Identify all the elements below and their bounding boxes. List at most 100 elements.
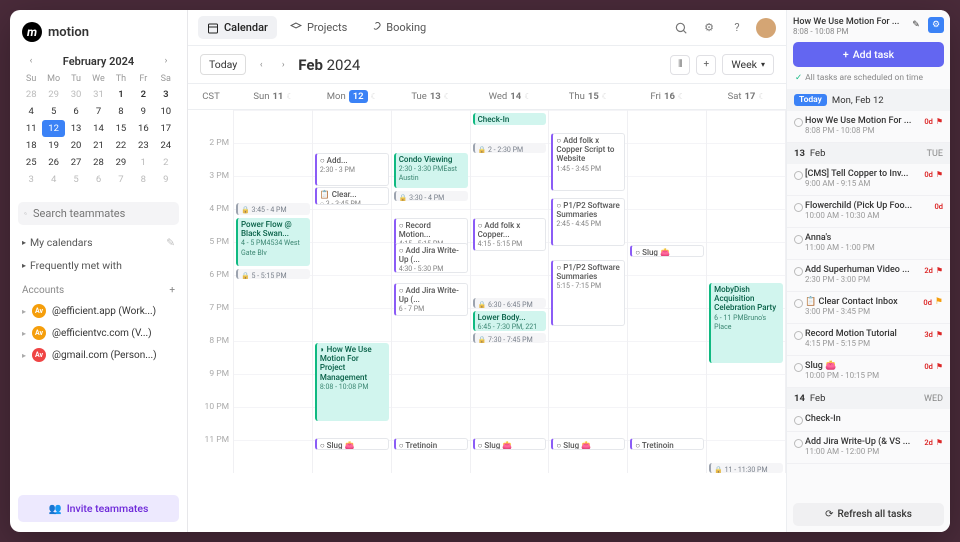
add-task-button[interactable]: + Add task [793,42,944,67]
calendar-event[interactable]: 🔒 7:30 - 7:45 PM [473,333,547,343]
calendar-grid[interactable]: 2 PM3 PM4 PM5 PM6 PM7 PM8 PM9 PM10 PM11 … [188,110,786,532]
calendar-event[interactable]: ○ Slug 👛 [630,245,704,257]
mini-cal-day[interactable]: 27 [65,154,87,171]
calendar-event[interactable]: ○ P1/P2 Software Summaries2:45 - 4:45 PM [551,198,625,246]
mini-cal-day[interactable]: 8 [110,103,132,120]
search-teammates[interactable] [18,202,179,225]
mini-cal-day[interactable]: 24 [155,137,177,154]
today-button[interactable]: Today [200,54,246,75]
task-item[interactable]: Record Motion Tutorial3d⚑4:15 PM - 5:15 … [787,324,950,356]
avatar[interactable] [756,18,776,38]
prev-week-icon[interactable]: ‹ [254,58,268,72]
pencil-icon[interactable]: ✎ [166,236,175,249]
view-selector[interactable]: Week ▾ [722,54,774,75]
mini-cal-day[interactable]: 6 [87,171,109,188]
mini-cal-day[interactable]: 19 [42,137,64,154]
calendar-event[interactable]: 🔒 3:45 - 4 PM [236,203,310,215]
task-item[interactable]: How We Use Motion For ...0d⚑8:08 PM - 10… [787,111,950,143]
task-item[interactable]: Anna's11:00 AM - 1:00 PM [787,228,950,260]
calendar-event[interactable]: ○ Add...2:30 - 3 PM [315,153,389,186]
mini-cal-day[interactable]: 1 [110,86,132,103]
mini-cal-day[interactable]: 23 [132,137,154,154]
mini-cal-day[interactable]: 3 [20,171,42,188]
calendar-event[interactable]: ○ Add Jira Write-Up (...6 - 7 PM [394,283,468,316]
day-header[interactable]: Sun 11 ☾ [234,84,313,109]
mini-cal-day[interactable]: 4 [42,171,64,188]
mini-cal-day[interactable]: 10 [155,103,177,120]
search-input[interactable] [33,207,173,220]
calendar-event[interactable]: ○ Tretinoin [394,438,468,450]
mini-cal-day[interactable]: 4 [20,103,42,120]
calendar-event[interactable]: Lower Body...6:45 - 7:30 PM, 221 [473,311,547,331]
mini-cal-day[interactable]: 25 [20,154,42,171]
mini-cal-day[interactable]: 6 [65,103,87,120]
calendar-event[interactable]: Condo Viewing2:30 - 3:30 PMEast Austin [394,153,468,188]
mini-cal-day[interactable]: 9 [132,103,154,120]
mini-cal-day[interactable]: 28 [87,154,109,171]
task-item[interactable]: 📋 Clear Contact Inbox0d⚑3:00 PM - 3:45 P… [787,292,950,324]
logo[interactable]: m motion [18,20,179,52]
day-header[interactable]: Fri 16 ☾ [628,84,707,109]
calendar-event[interactable]: ○ Slug 👛 [473,438,547,450]
task-item[interactable]: Add Jira Write-Up (& VS ...2d⚑11:00 AM -… [787,432,950,464]
mini-cal-day[interactable]: 5 [65,171,87,188]
calendar-event[interactable]: ○ Slug 👛 [315,438,389,450]
day-header[interactable]: Tue 13 ☾ [392,84,471,109]
task-item[interactable]: Flowerchild (Pick Up Foo...0d10:00 AM - … [787,196,950,228]
gear-icon[interactable]: ⚙ [700,19,718,37]
calendar-event[interactable]: 🔒 11 - 11:30 PM [709,463,783,473]
prev-month-icon[interactable]: ‹ [24,54,38,68]
account-row[interactable]: ▸Av@gmail.com (Person...) [18,344,179,366]
task-item[interactable]: Slug 👛0d⚑10:00 PM - 10:15 PM [787,356,950,388]
search-icon[interactable] [672,19,690,37]
calendar-event[interactable]: ◗ How We Use Motion For Project Manageme… [315,343,389,421]
tab-calendar[interactable]: Calendar [198,16,277,39]
calendar-event[interactable]: ○ Slug 👛 [551,438,625,450]
add-icon[interactable]: + [696,55,716,75]
tab-projects[interactable]: Projects [281,16,356,39]
mini-cal-day[interactable]: 11 [20,120,42,137]
mini-cal-day[interactable]: 8 [132,171,154,188]
mini-cal-day[interactable]: 14 [87,120,109,137]
calendar-event[interactable]: ○ Tretinoin [630,438,704,450]
density-icon[interactable]: ⦀ [670,55,690,75]
mini-cal-day[interactable]: 12 [42,120,64,137]
mini-cal-day[interactable]: 9 [155,171,177,188]
mini-cal-day[interactable]: 2 [132,86,154,103]
mini-cal-day[interactable]: 7 [87,103,109,120]
calendar-event[interactable]: 📋 Clear...○ 3 - 3:45 PM [315,187,389,205]
mini-cal-day[interactable]: 16 [132,120,154,137]
settings-square-icon[interactable]: ⚙ [928,17,944,33]
calendar-event[interactable]: 🔒 5 - 5:15 PM [236,269,310,279]
mini-cal-day[interactable]: 20 [65,137,87,154]
calendar-event[interactable]: ○ Add Jira Write-Up (...4:30 - 5:30 PM [394,243,468,273]
my-calendars-row[interactable]: ▸My calendars ✎ [18,231,179,254]
next-month-icon[interactable]: › [159,54,173,68]
calendar-event[interactable]: ○ P1/P2 Software Summaries5:15 - 7:15 PM [551,260,625,326]
mini-cal-day[interactable]: 29 [110,154,132,171]
day-header[interactable]: Mon 12 ☾ [313,84,392,109]
mini-cal-day[interactable]: 28 [20,86,42,103]
mini-cal-day[interactable]: 22 [110,137,132,154]
day-header[interactable]: Sat 17 ☾ [707,84,786,109]
account-row[interactable]: ▸Av@efficientvc.com (V...) [18,322,179,344]
mini-cal-day[interactable]: 2 [155,154,177,171]
mini-cal-day[interactable]: 7 [110,171,132,188]
add-account-icon[interactable]: + [169,285,175,296]
refresh-tasks-button[interactable]: ⟳ Refresh all tasks [793,503,944,526]
help-icon[interactable]: ? [728,19,746,37]
invite-teammates-button[interactable]: 👥 Invite teammates [18,495,179,522]
mini-cal-day[interactable]: 18 [20,137,42,154]
calendar-event[interactable]: 🔒 2 - 2:30 PM [473,143,547,153]
calendar-event[interactable]: 🔒 6:30 - 6:45 PM [473,298,547,308]
mini-cal-day[interactable]: 3 [155,86,177,103]
calendar-event[interactable]: Power Flow @ Black Swan...4 - 5 PM4534 W… [236,218,310,266]
calendar-event[interactable]: ○ Add folk x Copper...4:15 - 5:15 PM [473,218,547,251]
mini-cal-day[interactable]: 17 [155,120,177,137]
calendar-event[interactable]: 🔒 3:30 - 4 PM [394,191,468,201]
mini-cal-day[interactable]: 29 [42,86,64,103]
calendar-event[interactable]: Check-In [473,113,547,125]
mini-cal-day[interactable]: 5 [42,103,64,120]
frequently-met-row[interactable]: ▸Frequently met with [18,254,179,277]
calendar-event[interactable]: MobyDish Acquisition Celebration Party6 … [709,283,783,363]
